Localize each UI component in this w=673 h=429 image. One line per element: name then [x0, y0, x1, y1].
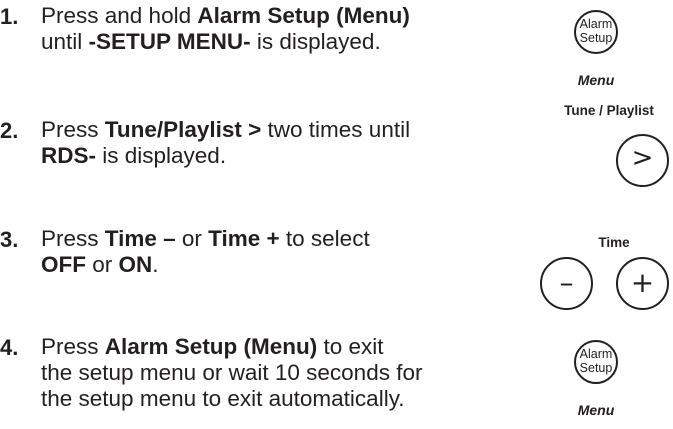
time-control: Time – + — [540, 235, 673, 313]
alarm-setup-control: Alarm Setup Menu — [568, 10, 628, 95]
step-line: the setup menu to exit automatically. — [41, 386, 405, 411]
step-text: Press Tune/Playlist > two times until RD… — [41, 117, 410, 169]
alarm-setup-button-line2: Setup — [579, 31, 613, 45]
time-plus-button[interactable]: + — [616, 257, 669, 310]
step-text: Press and hold Alarm Setup (Menu) until … — [41, 3, 410, 55]
step-line: Press and hold Alarm Setup (Menu) — [41, 3, 410, 28]
step-line: Press Tune/Playlist > two times until — [41, 117, 411, 142]
alarm-setup-button-line1: Alarm — [579, 17, 613, 31]
alarm-setup-button[interactable]: Alarm Setup — [574, 10, 618, 54]
step-text: Press Alarm Setup (Menu) to exit the set… — [41, 334, 422, 412]
step-number: 2. — [0, 118, 19, 143]
tune-playlist-caption: Tune / Playlist — [564, 103, 654, 118]
tune-playlist-next-button[interactable]: > — [616, 134, 669, 187]
alarm-setup-button-line1: Alarm — [579, 347, 613, 361]
minus-icon: – — [559, 266, 574, 299]
alarm-setup-button[interactable]: Alarm Setup — [574, 340, 618, 384]
step-line: OFF or ON. — [41, 252, 159, 277]
step-line: until -SETUP MENU- is displayed. — [41, 29, 381, 54]
step-number: 1. — [0, 4, 19, 29]
chevron-right-icon: > — [631, 143, 654, 173]
alarm-setup-control: Alarm Setup Menu — [568, 340, 628, 425]
menu-caption: Menu — [577, 402, 615, 418]
step-text: Press Time – or Time + to select OFF or … — [41, 226, 370, 278]
time-caption: Time — [598, 235, 630, 250]
tune-playlist-control: Tune / Playlist > — [552, 103, 673, 191]
step-line: RDS- is displayed. — [41, 143, 227, 168]
step-line: Press Alarm Setup (Menu) to exit — [41, 334, 384, 359]
step-number: 4. — [0, 335, 19, 360]
step-line: Press Time – or Time + to select — [41, 226, 370, 251]
menu-caption: Menu — [577, 72, 615, 88]
step-line: the setup menu or wait 10 seconds for — [41, 360, 423, 385]
plus-icon: + — [630, 266, 655, 299]
time-minus-button[interactable]: – — [540, 257, 593, 310]
alarm-setup-button-line2: Setup — [579, 361, 613, 375]
step-number: 3. — [0, 227, 19, 252]
